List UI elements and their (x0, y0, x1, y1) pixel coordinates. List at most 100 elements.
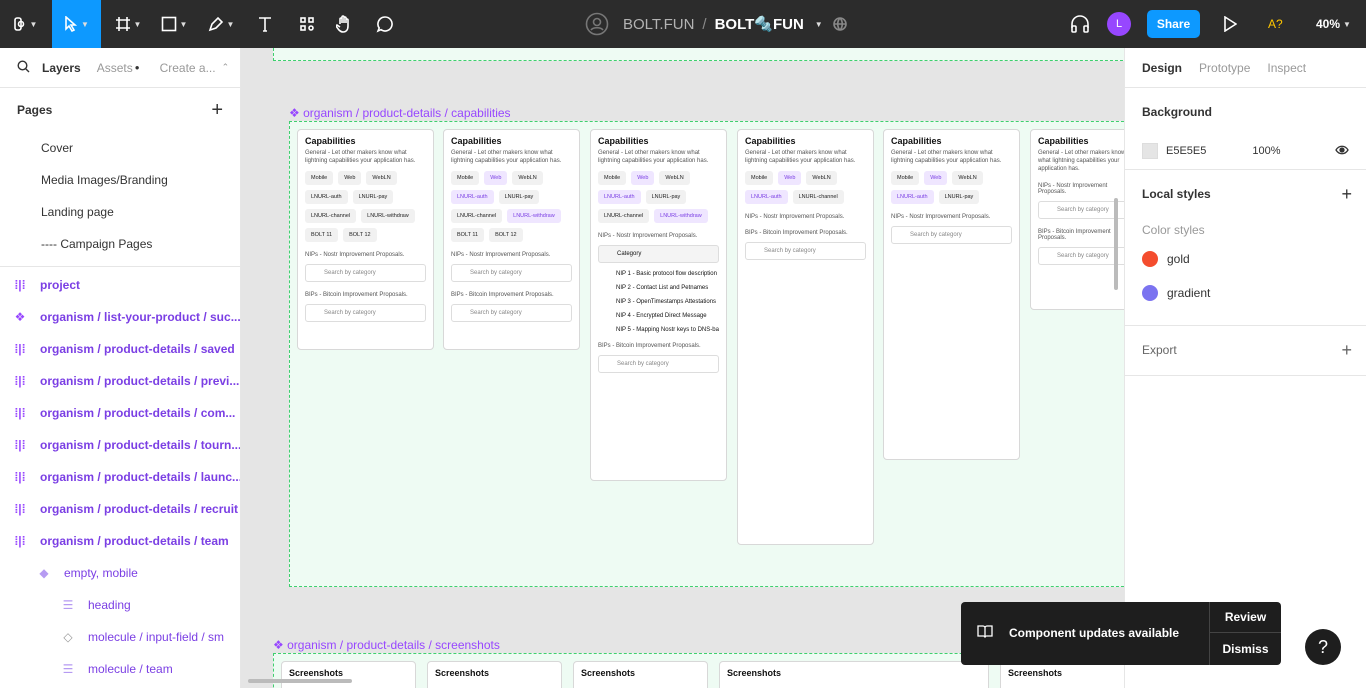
chevron-down-icon[interactable]: ▼ (815, 20, 823, 29)
chip[interactable]: BOLT 11 (451, 228, 485, 242)
background-row[interactable]: E5E5E5 100% (1142, 136, 1349, 166)
chip[interactable]: Web (778, 171, 802, 185)
pen-tool-button[interactable]: ▼ (200, 0, 242, 48)
search-field[interactable]: Search by category (451, 264, 572, 282)
chip[interactable]: LNURL-channel (305, 209, 357, 223)
shape-tool-button[interactable]: ▼ (154, 0, 194, 48)
chip[interactable]: Mobile (451, 171, 480, 185)
chip[interactable]: LNURL-pay (938, 190, 980, 204)
result-item[interactable]: NIP 2 - Contact List and Petnames (598, 285, 719, 291)
result-item[interactable]: NIP 1 - Basic protocol flow description (598, 271, 719, 277)
frame-label-capabilities[interactable]: ❖ organism / product-details / capabilit… (289, 106, 511, 120)
help-button[interactable]: ? (1305, 629, 1341, 665)
project-name[interactable]: BOLT.FUN (623, 16, 694, 33)
search-field[interactable]: Search by category (745, 242, 866, 260)
resources-button[interactable] (294, 0, 320, 48)
chip[interactable]: LNURL-auth (891, 190, 934, 204)
style-gradient[interactable]: gradient (1142, 276, 1349, 310)
canvas[interactable]: ❖ organism / product-details / capabilit… (242, 48, 1124, 688)
frame-top[interactable] (273, 48, 1124, 61)
result-item[interactable]: NIP 5 - Mapping Nostr keys to DNS-ba (598, 327, 719, 333)
chip[interactable]: Web (338, 171, 362, 185)
frame-label-screenshots[interactable]: ❖ organism / product-details / screensho… (273, 638, 500, 652)
layer-team[interactable]: ⁞|⁞ organism / product-details / team (0, 525, 240, 557)
capabilities-card[interactable]: Capabilities General - Let other makers … (883, 129, 1020, 460)
tab-prototype[interactable]: Prototype (1199, 61, 1250, 75)
layer-com[interactable]: ⁞|⁞ organism / product-details / com... (0, 397, 240, 429)
chip[interactable]: Web (484, 171, 508, 185)
layer-recruit[interactable]: ⁞|⁞ organism / product-details / recruit (0, 493, 240, 525)
capabilities-card[interactable]: Capabilities General - Let other makers … (297, 129, 434, 350)
chip[interactable]: LNURL-auth (305, 190, 348, 204)
frame-tool-button[interactable]: ▼ (108, 0, 148, 48)
present-play-icon[interactable] (1220, 0, 1240, 48)
tab-create[interactable]: Create a... (160, 61, 216, 75)
chip[interactable]: Mobile (598, 171, 627, 185)
chip[interactable]: LNURL-channel (598, 209, 650, 223)
capabilities-card[interactable]: Capabilities General - Let other makers … (1030, 129, 1124, 310)
chip[interactable]: Mobile (745, 171, 774, 185)
layer-project[interactable]: ⁞|⁞ project (0, 269, 240, 301)
chip[interactable]: Mobile (305, 171, 334, 185)
chip[interactable]: LNURL-withdraw (361, 209, 415, 223)
text-tool-button[interactable] (252, 0, 278, 48)
review-button[interactable]: Review (1210, 602, 1281, 633)
chip[interactable]: WebLN (512, 171, 543, 185)
page-landing[interactable]: Landing page (0, 196, 240, 228)
capabilities-card[interactable]: Capabilities General - Let other makers … (443, 129, 580, 350)
chip[interactable]: LNURL-auth (451, 190, 494, 204)
layer-input-field[interactable]: ◇ molecule / input-field / sm (0, 621, 240, 653)
layer-tourn[interactable]: ⁞|⁞ organism / product-details / tourn... (0, 429, 240, 461)
search-field-active[interactable]: Category (598, 245, 719, 263)
chevron-up-icon[interactable]: ⌃ (222, 62, 230, 73)
screenshots-card[interactable]: Screenshots (573, 661, 708, 688)
background-hex[interactable]: E5E5E5 (1166, 145, 1206, 157)
capabilities-card[interactable]: Capabilities General - Let other makers … (590, 129, 727, 481)
result-item[interactable]: NIP 3 - OpenTimestamps Attestations (598, 299, 719, 305)
hand-tool-button[interactable] (331, 0, 357, 48)
layer-list-your-product[interactable]: ❖ organism / list-your-product / suc... (0, 301, 240, 333)
file-name[interactable]: BOLT🔩FUN (715, 15, 804, 33)
search-field[interactable]: Search by category (1038, 247, 1124, 265)
move-tool-button[interactable]: ▼ (52, 0, 101, 48)
chip[interactable]: Mobile (891, 171, 920, 185)
chip[interactable]: WebLN (806, 171, 837, 185)
eye-icon[interactable] (1335, 145, 1349, 158)
globe-icon[interactable] (830, 0, 850, 48)
accessibility-check[interactable]: A? (1268, 0, 1283, 48)
search-field[interactable]: Search by category (451, 304, 572, 322)
chip[interactable]: WebLN (366, 171, 397, 185)
chip[interactable]: LNURL-pay (352, 190, 394, 204)
screenshots-card[interactable]: Screenshots (281, 661, 416, 688)
add-export-icon[interactable]: + (1341, 340, 1352, 361)
user-avatar[interactable]: L (1107, 12, 1131, 36)
search-field[interactable]: Search by category (305, 304, 426, 322)
chip[interactable]: BOLT 11 (305, 228, 339, 242)
layer-saved[interactable]: ⁞|⁞ organism / product-details / saved (0, 333, 240, 365)
tab-assets[interactable]: Assets (97, 61, 133, 75)
tab-design[interactable]: Design (1142, 61, 1182, 75)
page-cover[interactable]: Cover (0, 132, 240, 164)
share-button[interactable]: Share (1147, 10, 1200, 38)
tab-layers[interactable]: Layers (42, 61, 81, 75)
chip[interactable]: Web (631, 171, 655, 185)
layer-heading[interactable]: ☰ heading (0, 589, 240, 621)
chip[interactable]: LNURL-channel (792, 190, 844, 204)
chip[interactable]: LNURL-withdraw (654, 209, 708, 223)
main-menu-button[interactable]: ▼ (0, 0, 48, 48)
file-title[interactable]: BOLT.FUN / BOLT🔩FUN ▼ (623, 0, 823, 48)
horizontal-scrollbar[interactable] (248, 679, 352, 683)
chip[interactable]: LNURL-withdraw (507, 209, 561, 223)
chip[interactable]: LNURL-pay (498, 190, 540, 204)
style-gold[interactable]: gold (1142, 242, 1349, 276)
dismiss-button[interactable]: Dismiss (1210, 633, 1281, 664)
layer-empty-mobile[interactable]: ◆ empty, mobile (0, 557, 240, 589)
search-icon[interactable] (17, 59, 30, 76)
search-field[interactable]: Search by category (598, 355, 719, 373)
search-field[interactable]: Search by category (305, 264, 426, 282)
layer-preview[interactable]: ⁞|⁞ organism / product-details / previ... (0, 365, 240, 397)
zoom-dropdown[interactable]: 40% ▼ (1316, 0, 1351, 48)
chip[interactable]: LNURL-auth (745, 190, 788, 204)
search-field[interactable]: Search by category (1038, 201, 1124, 219)
chip[interactable]: LNURL-auth (598, 190, 641, 204)
